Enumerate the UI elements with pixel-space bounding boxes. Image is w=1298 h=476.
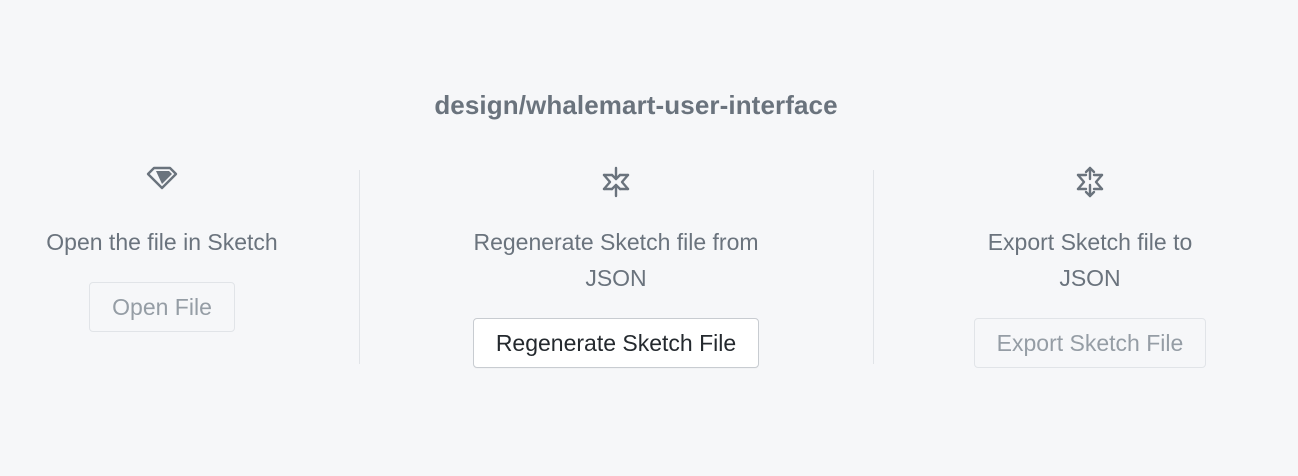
page-title: design/whalemart-user-interface (434, 90, 838, 120)
regenerate-panel: Regenerate Sketch file from JSON Regener… (360, 165, 872, 368)
regenerate-sketch-file-button[interactable]: Regenerate Sketch File (472, 318, 760, 368)
sketch-diamond-icon (142, 165, 182, 205)
regenerate-description: Regenerate Sketch file from JSON (473, 229, 759, 291)
page: design/whalemart-user-interface Open the… (0, 0, 1298, 476)
open-in-sketch-panel: Open the file in Sketch Open File (0, 165, 324, 332)
export-sketch-file-button[interactable]: Export Sketch File (973, 318, 1207, 368)
open-description: Open the file in Sketch (46, 229, 278, 255)
collapse-arrows-icon (596, 165, 636, 205)
expand-arrows-icon (1070, 165, 1110, 205)
export-panel: Export Sketch file to JSON Export Sketch… (874, 165, 1298, 368)
open-file-button[interactable]: Open File (89, 282, 235, 332)
export-description: Export Sketch file to JSON (987, 229, 1193, 291)
